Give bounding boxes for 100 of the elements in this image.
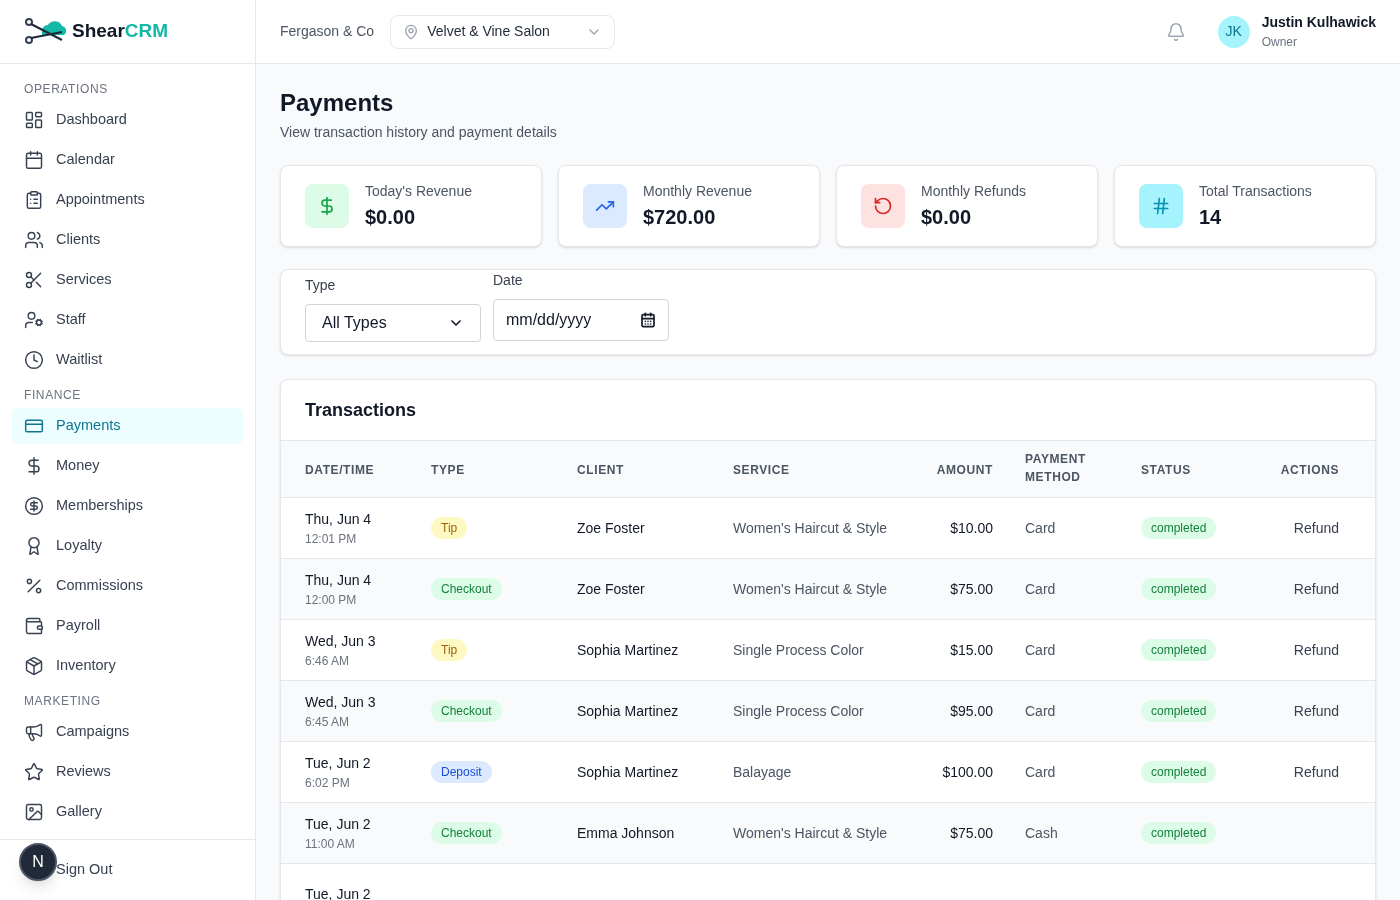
type-select[interactable]: All Types xyxy=(305,304,481,342)
status-tag: completed xyxy=(1141,822,1217,844)
amount-text: $95.00 xyxy=(950,702,993,719)
section-label: MARKETING xyxy=(23,693,102,710)
dashboard-icon xyxy=(24,110,44,130)
client-name: Emma Johnson xyxy=(577,824,675,841)
sidebar-item[interactable]: Waitlist xyxy=(12,342,243,378)
refund-link[interactable]: Refund xyxy=(1293,702,1339,719)
service-name: Women's Haircut & Style xyxy=(733,580,888,597)
sidebar-item[interactable]: Payments xyxy=(12,408,243,444)
card-title: Transactions xyxy=(305,398,417,422)
service-name: Women's Haircut & Style xyxy=(733,519,888,536)
sidebar-item[interactable]: Commissions xyxy=(12,568,243,604)
column-header: DATE/TIME xyxy=(305,462,375,479)
sign-out-link[interactable]: Sign Out xyxy=(56,859,113,881)
amount-text: $10.00 xyxy=(950,519,993,536)
date-text: Tue, Jun 2 xyxy=(305,814,372,834)
clipboard-icon xyxy=(24,190,44,210)
column-header: TYPE xyxy=(431,462,465,479)
refund-link[interactable]: Refund xyxy=(1293,580,1339,597)
date-text: Thu, Jun 4 xyxy=(305,570,373,590)
wallet-icon xyxy=(24,616,44,636)
status-tag: completed xyxy=(1141,578,1217,600)
type-tag: Checkout xyxy=(431,700,502,722)
page-title: Payments xyxy=(280,88,395,118)
client-name: Sophia Martinez xyxy=(577,641,679,658)
column-header: PAYMENT METHOD xyxy=(1025,451,1087,486)
date-text: Wed, Jun 3 xyxy=(305,692,377,712)
refresh-icon xyxy=(861,184,905,228)
stat-value: $0.00 xyxy=(365,204,417,230)
sidebar-item[interactable]: Staff xyxy=(12,302,243,338)
type-tag: Tip xyxy=(431,517,468,539)
amount-text: $75.00 xyxy=(950,824,993,841)
service-name: Single Process Color xyxy=(733,702,864,719)
payment-method: Card xyxy=(1025,641,1056,658)
date-text: Tue, Jun 2 xyxy=(305,753,372,773)
client-name: Zoe Foster xyxy=(577,519,645,536)
dollar-icon xyxy=(305,184,349,228)
payment-method: Cash xyxy=(1025,824,1058,841)
refund-link[interactable]: Refund xyxy=(1293,763,1339,780)
sidebar-item[interactable]: Clients xyxy=(12,222,243,258)
client-name: Sophia Martinez xyxy=(577,702,679,719)
status-tag: completed xyxy=(1141,761,1217,783)
refund-link[interactable]: Refund xyxy=(1293,641,1339,658)
sidebar-item[interactable]: Loyalty xyxy=(12,528,243,564)
date-text: Tue, Jun 2 xyxy=(305,884,372,900)
date-text: Wed, Jun 3 xyxy=(305,631,377,651)
time-text: 6:02 PM xyxy=(305,774,351,792)
megaphone-icon xyxy=(24,722,44,742)
user-name: Justin Kulhawick xyxy=(1261,13,1376,32)
stat-label: Total Transactions xyxy=(1199,181,1312,201)
type-tag: Checkout xyxy=(431,822,502,844)
sidebar-item[interactable]: Inventory xyxy=(12,648,243,684)
type-tag: Deposit xyxy=(431,761,492,783)
section-label: OPERATIONS xyxy=(23,81,109,98)
date-field[interactable]: mm/dd/yyyy xyxy=(493,299,669,341)
credit-card-icon xyxy=(24,416,44,436)
sidebar-item[interactable]: Appointments xyxy=(12,182,243,218)
sidebar-item[interactable]: Payroll xyxy=(12,608,243,644)
notification-bell-icon[interactable] xyxy=(1165,21,1186,42)
sidebar-item[interactable]: Services xyxy=(12,262,243,298)
client-name: Zoe Foster xyxy=(577,580,645,597)
sidebar-item[interactable]: Reviews xyxy=(12,754,243,790)
payment-method: Card xyxy=(1025,763,1056,780)
page-subtitle: View transaction history and payment details xyxy=(280,123,558,142)
type-tag: Checkout xyxy=(431,578,502,600)
scissors-icon xyxy=(24,270,44,290)
dollar-coin-icon xyxy=(24,496,44,516)
refund-link[interactable]: Refund xyxy=(1293,519,1339,536)
time-text: 12:01 PM xyxy=(305,530,358,548)
user-avatar[interactable]: JK xyxy=(1217,15,1250,48)
trend-up-icon xyxy=(583,184,627,228)
time-text: 11:00 AM xyxy=(305,835,356,853)
stat-label: Monthly Refunds xyxy=(921,181,1027,201)
stat-value: 14 xyxy=(1199,204,1223,230)
payment-method: Card xyxy=(1025,702,1056,719)
calendar-icon xyxy=(640,312,656,328)
location-pin-icon xyxy=(403,23,420,40)
sidebar-item[interactable]: Dashboard xyxy=(12,102,243,138)
sidebar-item[interactable]: Memberships xyxy=(12,488,243,524)
status-tag: completed xyxy=(1141,639,1217,661)
image-icon xyxy=(24,802,44,822)
amount-text: $15.00 xyxy=(950,641,993,658)
scissors-cloud-logo-icon xyxy=(24,17,68,46)
column-header: SERVICE xyxy=(733,462,790,479)
clock-icon xyxy=(24,350,44,370)
sidebar-item[interactable]: Money xyxy=(12,448,243,484)
stat-value: $0.00 xyxy=(921,204,973,230)
sidebar-item[interactable]: Gallery xyxy=(12,794,243,830)
location-select[interactable]: Velvet & Vine Salon xyxy=(390,14,616,49)
time-text: 6:45 AM xyxy=(305,713,351,731)
sidebar-item[interactable]: Campaigns xyxy=(12,714,243,750)
company-name: Fergason & Co xyxy=(280,22,375,41)
stat-label: Monthly Revenue xyxy=(643,181,752,201)
column-header: AMOUNT xyxy=(936,462,993,479)
hash-icon xyxy=(1139,184,1183,228)
amount-text: $100.00 xyxy=(942,763,993,780)
time-text: 6:46 AM xyxy=(305,652,351,670)
sidebar-item[interactable]: Calendar xyxy=(12,142,243,178)
user-role: Owner xyxy=(1261,34,1298,51)
